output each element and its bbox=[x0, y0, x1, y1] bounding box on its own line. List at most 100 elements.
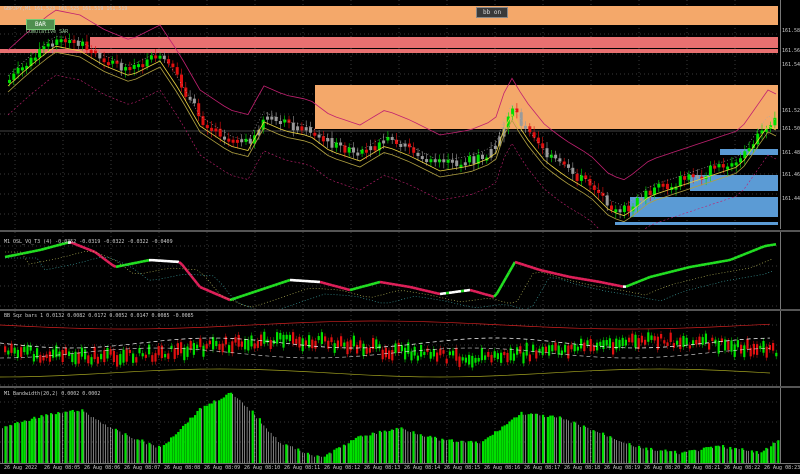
bb-candle bbox=[772, 343, 774, 351]
candle bbox=[55, 40, 58, 45]
oscillator-segment bbox=[197, 283, 200, 287]
oscillator-segment bbox=[389, 284, 392, 285]
price-chart-pane[interactable] bbox=[0, 0, 780, 229]
bandwidth-bar bbox=[115, 429, 117, 463]
oscillator-segment bbox=[575, 278, 578, 279]
bandwidth-bar bbox=[741, 448, 743, 463]
bb-candle bbox=[490, 355, 492, 362]
oscillator-segment bbox=[581, 279, 584, 280]
bb-candle bbox=[580, 339, 582, 349]
oscillator-segment bbox=[719, 261, 722, 262]
oscillator-segment bbox=[542, 270, 545, 271]
oscillator-segment bbox=[80, 246, 83, 247]
bb-on-button[interactable]: bb on bbox=[476, 7, 508, 18]
bb-candle bbox=[199, 338, 201, 347]
candle bbox=[116, 61, 119, 64]
oscillator-segment bbox=[524, 265, 527, 266]
bb-squeeze-scale[interactable] bbox=[780, 311, 800, 386]
bandwidth-bar bbox=[408, 431, 409, 463]
oscillator-segment bbox=[596, 281, 599, 282]
bandwidth-bar bbox=[530, 413, 532, 463]
bandwidth-bar bbox=[758, 454, 759, 463]
candle bbox=[580, 175, 583, 180]
bandwidth-bar bbox=[91, 417, 92, 463]
bandwidth-bar bbox=[48, 415, 49, 463]
bandwidth-bar bbox=[770, 446, 772, 463]
bandwidth-bar bbox=[247, 407, 248, 463]
bb-candle bbox=[468, 355, 470, 365]
candle bbox=[687, 174, 690, 180]
candle bbox=[722, 164, 725, 167]
oscillator-signal-line bbox=[5, 251, 773, 307]
bandwidth-bar bbox=[458, 442, 459, 463]
oscillator-segment bbox=[701, 265, 704, 266]
oscillator-segment bbox=[281, 282, 284, 283]
bandwidth-bar bbox=[196, 411, 198, 463]
bandwidth-bar bbox=[28, 421, 30, 463]
bandwidth-bar bbox=[300, 451, 301, 463]
bb-candle bbox=[305, 340, 307, 345]
bb-candle bbox=[625, 340, 627, 346]
bb-candle bbox=[314, 341, 316, 349]
bandwidth-bar bbox=[218, 400, 220, 463]
time-axis-tick: 26 Aug 08:16 bbox=[484, 465, 520, 471]
oscillator-segment bbox=[278, 283, 281, 284]
bb-candle bbox=[394, 343, 396, 352]
candle bbox=[662, 184, 665, 187]
bb-candle bbox=[250, 335, 252, 346]
bandwidth-bar bbox=[556, 417, 557, 463]
bandwidth-bar bbox=[544, 417, 545, 463]
candle bbox=[735, 162, 738, 165]
oscillator-segment bbox=[188, 272, 191, 276]
bandwidth-bar bbox=[134, 439, 135, 463]
candle bbox=[730, 163, 733, 166]
bandwidth-bar bbox=[163, 445, 165, 463]
bandwidth-bar bbox=[151, 444, 152, 463]
bb-candle bbox=[33, 354, 35, 361]
bb-candle bbox=[497, 353, 499, 359]
oscillator-segment bbox=[704, 264, 707, 265]
bb-candle bbox=[356, 345, 358, 353]
time-axis-tick: 26 Aug 08:15 bbox=[444, 465, 480, 471]
bb-candle bbox=[292, 332, 294, 344]
oscillator-segment bbox=[218, 295, 221, 296]
oscillator-segment bbox=[365, 285, 368, 286]
bandwidth-bar bbox=[403, 429, 404, 463]
bb-squeeze-pane[interactable] bbox=[0, 311, 780, 386]
candle bbox=[614, 209, 617, 212]
bandwidth-bar bbox=[204, 406, 206, 463]
bandwidth-bar bbox=[441, 439, 443, 463]
oscillator-segment bbox=[668, 272, 671, 273]
bandwidth-pane[interactable] bbox=[0, 388, 780, 463]
bandwidth-bar bbox=[657, 451, 658, 463]
bandwidth-bar bbox=[144, 442, 145, 463]
oscillator-segment bbox=[647, 277, 650, 278]
oscillator-segment bbox=[548, 272, 551, 273]
bandwidth-bar bbox=[295, 449, 296, 463]
sar-button[interactable]: BAR bbox=[26, 19, 55, 30]
bandwidth-bar bbox=[319, 456, 320, 463]
bandwidth-bar bbox=[312, 455, 313, 463]
bandwidth-scale[interactable] bbox=[780, 388, 800, 463]
oscillator-segment bbox=[641, 279, 644, 280]
candle bbox=[137, 64, 140, 67]
oscillator-segment bbox=[764, 246, 767, 247]
bandwidth-bar bbox=[456, 442, 458, 463]
oscillator-scale[interactable] bbox=[780, 232, 800, 309]
oscillator-segment bbox=[14, 255, 17, 256]
bandwidth-bar bbox=[81, 409, 83, 463]
candle bbox=[429, 159, 432, 162]
candle bbox=[627, 206, 630, 212]
bb-candle bbox=[26, 345, 28, 354]
bandwidth-bar bbox=[156, 448, 157, 463]
price-scale[interactable] bbox=[780, 0, 800, 229]
bandwidth-bar bbox=[225, 395, 227, 463]
bandwidth-bar bbox=[542, 415, 544, 463]
bandwidth-bar bbox=[2, 428, 3, 463]
bandwidth-bar bbox=[633, 446, 634, 463]
time-axis-tick: 26 Aug 08:11 bbox=[284, 465, 320, 471]
bandwidth-bar bbox=[340, 448, 341, 463]
oscillator-segment bbox=[101, 257, 104, 259]
bandwidth-bar bbox=[242, 402, 243, 463]
oscillator-segment bbox=[584, 279, 587, 280]
